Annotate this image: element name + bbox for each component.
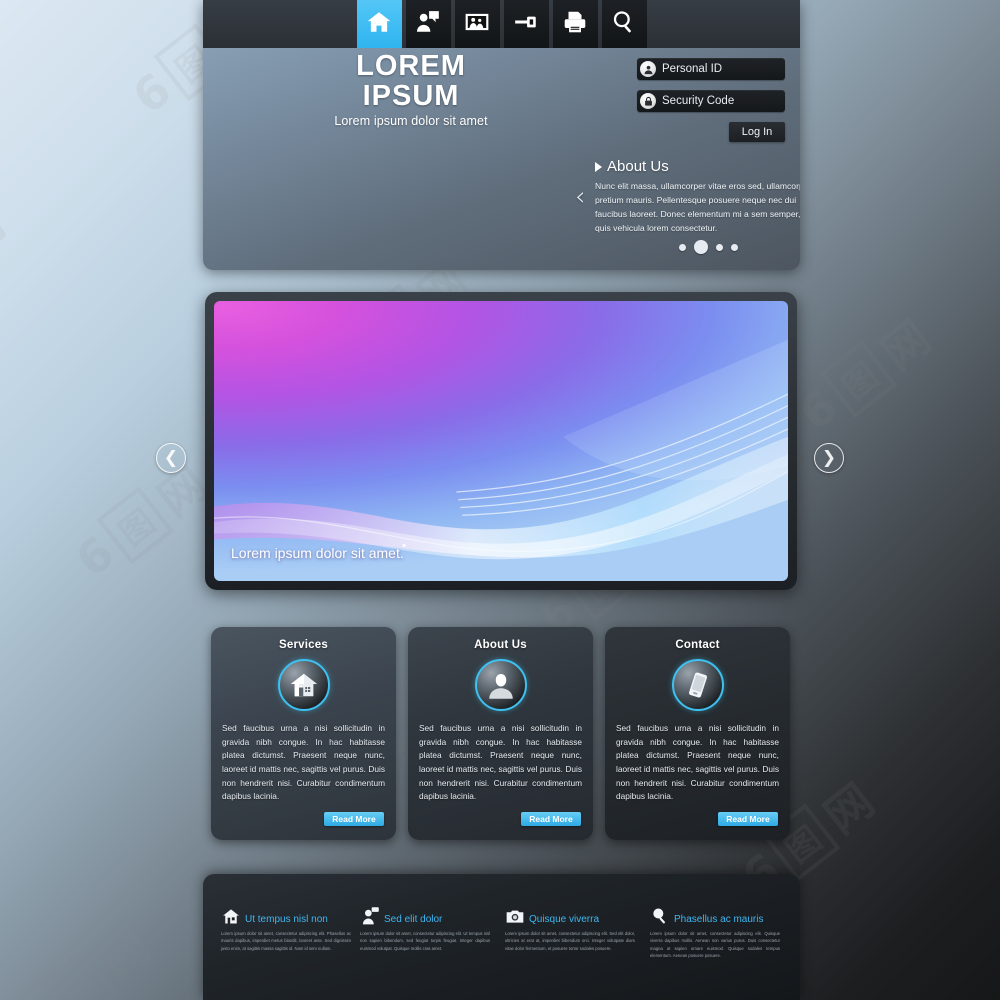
footer-column-title[interactable]: Ut tempus nisl non [245,914,328,926]
logo-tagline: Lorem ipsum dolor sit amet [334,114,488,129]
search-icon [611,9,637,40]
footer-column-body: Lorem ipsum dolor sit amet, consectetur … [505,931,635,951]
home-icon [366,9,392,40]
lock-icon [640,93,656,109]
card-title: About Us [474,639,527,651]
footer-column-head: Quisque viverra [505,904,635,926]
nav-item-about[interactable] [405,0,451,48]
nav-item-access[interactable] [503,0,549,48]
footer-column-head: Ut tempus nisl non [221,904,351,926]
triangle-right-icon [595,161,602,172]
main-navigation [203,0,800,48]
printer-icon [562,9,588,40]
about-slider: ‹ › About Us Nunc elit massa, ullamcorpe… [573,158,800,254]
read-more-button[interactable]: Read More [718,812,778,826]
about-slider-body: Nunc elit massa, ullamcorper vitae eros … [595,181,800,233]
card-icon-person [474,659,527,711]
slider-dot[interactable] [693,240,708,254]
nav-item-gallery[interactable] [454,0,500,48]
footer-column: Quisque viverra Lorem ipsum dolor sit am… [505,904,635,952]
content-card: Contact Sed faucibus urna a nisi sollici… [605,627,790,840]
nav-item-print[interactable] [552,0,598,48]
footer-column-body: Lorem ipsum dolor sit amet, consectetur … [360,931,490,951]
chevron-left-icon[interactable]: ‹ [575,184,585,210]
about-slider-title: About Us [595,158,800,175]
footer-column-body: Lorem ipsum dolor sit amet, consectetur … [221,931,351,951]
slider-dot[interactable] [715,243,723,251]
logo-line-1: LOREM [356,50,466,82]
slider-dot[interactable] [678,243,686,251]
logo-line-2: IPSUM [362,80,460,112]
person-icon [488,674,513,699]
read-more-button[interactable]: Read More [324,812,384,826]
search-icon [650,906,670,926]
watermark-mark: 6图网 [850,810,1000,1000]
key-icon [513,9,539,40]
footer-column-body: Lorem ipsum dolor sit amet, consectetur … [650,931,780,959]
footer-column: Ut tempus nisl non Lorem ipsum dolor sit… [221,904,351,952]
card-body: Sed faucibus urna a nisi sollicitudin in… [222,723,385,802]
card-title: Contact [675,639,720,651]
call-user-icon [360,906,380,926]
personal-id-value: Personal ID [662,63,723,75]
login-form: Personal ID Security Code Log In [637,58,785,142]
about-slider-dots [573,240,800,254]
nav-item-home[interactable] [356,0,402,48]
hero-slide[interactable]: Lorem ipsum dolor sit amet. [214,301,788,581]
read-more-button[interactable]: Read More [521,812,581,826]
card-icon-home [277,659,330,711]
hero-prev-button[interactable]: ❮ [156,443,186,473]
hero-wave-graphic [214,339,788,560]
header-panel: LOREM IPSUM Lorem ipsum dolor sit amet P… [203,0,800,270]
phone-icon [688,672,707,698]
hero-next-button[interactable]: ❯ [814,443,844,473]
card-body: Sed faucibus urna a nisi sollicitudin in… [419,723,582,802]
footer-column: Phasellus ac mauris Lorem ipsum dolor si… [650,904,780,959]
card-body: Sed faucibus urna a nisi sollicitudin in… [616,723,779,802]
footer-column-title[interactable]: Phasellus ac mauris [674,914,763,926]
card-icon-phone [671,659,724,711]
footer-column-title[interactable]: Sed elit dolor [384,914,442,926]
login-button[interactable]: Log In [729,122,785,142]
home-icon [290,673,317,697]
page-root: 6图网6图网6图网6图网6图网6图网6图网6图网6图网6图网6图网6图网6图网6… [0,0,1000,1000]
watermark-mark: 6图网 [0,436,184,899]
home-icon [221,906,241,926]
content-card: About Us Sed faucibus urna a nisi sollic… [408,627,593,840]
nav-item-search[interactable] [601,0,647,48]
gallery-icon [464,9,490,40]
user-message-icon [415,9,441,40]
security-code-value: Security Code [662,95,735,107]
footer-column-head: Phasellus ac mauris [650,904,780,926]
camera-icon [505,906,525,926]
user-icon [640,61,656,77]
footer-panel: Ut tempus nisl non Lorem ipsum dolor sit… [203,874,800,1000]
watermark-mark: 6图网 [992,639,1000,702]
card-title: Services [279,639,328,651]
hero-slider-frame: Lorem ipsum dolor sit amet. [205,292,797,590]
slider-dot[interactable] [730,243,738,251]
footer-column-title[interactable]: Quisque viverra [529,914,599,926]
personal-id-field[interactable]: Personal ID [637,58,785,80]
site-logo: LOREM IPSUM Lorem ipsum dolor sit amet [231,50,591,129]
login-button-row: Log In [637,122,785,142]
footer-column: Sed elit dolor Lorem ipsum dolor sit ame… [360,904,490,952]
about-slider-title-text: About Us [607,158,669,175]
footer-column-head: Sed elit dolor [360,904,490,926]
hero-caption: Lorem ipsum dolor sit amet. [231,545,404,561]
security-code-field[interactable]: Security Code [637,90,785,112]
content-card: Services Sed faucibus urna a nisi sollic… [211,627,396,840]
